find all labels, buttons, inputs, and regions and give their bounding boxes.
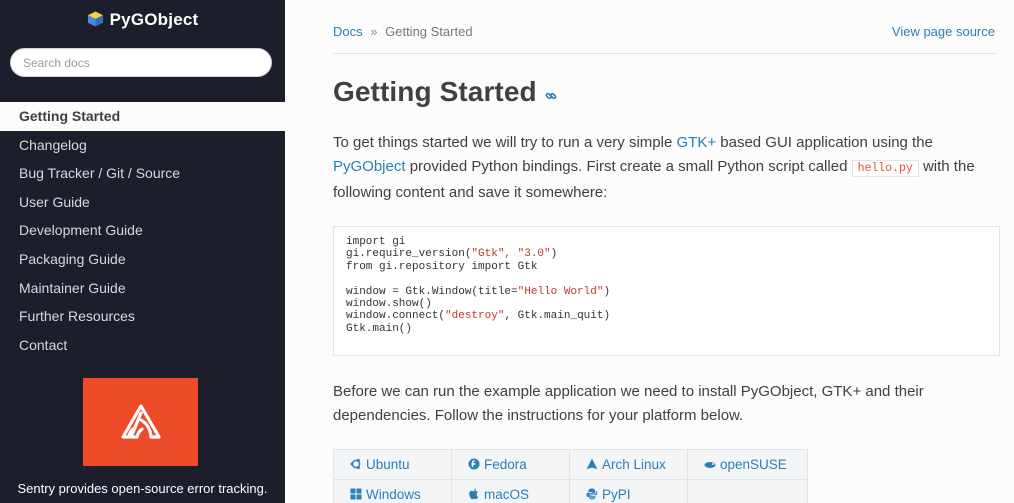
ubuntu-icon bbox=[350, 458, 361, 470]
sidebar-item-getting-started[interactable]: Getting Started bbox=[0, 102, 285, 131]
page-title: Getting Started bbox=[333, 76, 557, 108]
gtk-link[interactable]: GTK+ bbox=[676, 134, 716, 151]
sidebar-item-contact[interactable]: Contact bbox=[0, 331, 285, 360]
code-line: gi.require_version("Gtk", "3.0") bbox=[346, 248, 558, 261]
platform-ubuntu[interactable]: Ubuntu bbox=[334, 450, 452, 480]
pygobject-link[interactable]: PyGObject bbox=[333, 158, 406, 175]
permalink-icon[interactable] bbox=[545, 90, 557, 102]
search-input[interactable] bbox=[10, 48, 272, 77]
platform-opensuse[interactable]: openSUSE bbox=[688, 450, 807, 480]
code-line: window.show() bbox=[346, 298, 432, 311]
page-title-text: Getting Started bbox=[333, 76, 537, 107]
sidebar-item-packaging-guide[interactable]: Packaging Guide bbox=[0, 245, 285, 274]
breadcrumb-current: Getting Started bbox=[385, 24, 473, 39]
platform-label: openSUSE bbox=[720, 457, 787, 472]
platform-label: macOS bbox=[484, 487, 530, 502]
fedora-icon bbox=[468, 458, 480, 470]
platform-label: Windows bbox=[366, 487, 421, 502]
breadcrumb: Docs » Getting Started View page source bbox=[333, 24, 997, 54]
windows-icon bbox=[350, 488, 362, 500]
sentry-ad[interactable] bbox=[83, 378, 198, 466]
platform-label: Fedora bbox=[484, 457, 527, 472]
arch-icon bbox=[586, 458, 598, 470]
code-block-content: import gi gi.require_version("Gtk", "3.0… bbox=[346, 236, 987, 335]
apple-icon bbox=[469, 488, 478, 500]
sentry-ad-text[interactable]: Sentry provides open-source error tracki… bbox=[0, 481, 285, 496]
pygobject-logo-icon bbox=[87, 11, 103, 27]
code-line: import gi bbox=[346, 236, 406, 248]
sidebar-item-development-guide[interactable]: Development Guide bbox=[0, 216, 285, 245]
python-icon bbox=[586, 488, 598, 500]
sentry-logo-icon bbox=[120, 404, 161, 439]
sidebar-nav: Getting Started Changelog Bug Tracker / … bbox=[0, 102, 285, 359]
code-line: window = Gtk.Window(title="Hello World") bbox=[346, 285, 611, 298]
platform-label: Arch Linux bbox=[602, 457, 666, 472]
intro-text-2: based GUI application using the bbox=[716, 134, 933, 151]
sidebar-item-bug-tracker[interactable]: Bug Tracker / Git / Source bbox=[0, 159, 285, 188]
intro-text-1: To get things started we will try to run… bbox=[333, 134, 677, 151]
code-line: Gtk.main() bbox=[346, 322, 413, 335]
brand-name: PyGObject bbox=[109, 10, 199, 29]
platform-macos[interactable]: macOS bbox=[452, 480, 570, 503]
platform-pypi[interactable]: PyPI bbox=[570, 480, 688, 503]
code-line: window.connect("destroy", Gtk.main_quit) bbox=[346, 310, 611, 323]
platform-table: Ubuntu Fedora Arch Linux openSUSE Window… bbox=[333, 449, 808, 503]
breadcrumb-docs-link[interactable]: Docs bbox=[333, 24, 363, 39]
install-paragraph: Before we can run the example applicatio… bbox=[333, 383, 924, 424]
platform-windows[interactable]: Windows bbox=[334, 480, 452, 503]
main-content: Docs » Getting Started View page source … bbox=[285, 0, 1014, 503]
view-page-source-link[interactable]: View page source bbox=[892, 24, 995, 39]
intro-paragraph: To get things started we will try to run… bbox=[333, 131, 1001, 205]
intro-text-3: provided Python bindings. First create a… bbox=[405, 158, 852, 175]
opensuse-icon bbox=[704, 462, 716, 468]
breadcrumb-separator: » bbox=[370, 24, 378, 39]
sidebar-item-changelog[interactable]: Changelog bbox=[0, 131, 285, 160]
platform-fedora[interactable]: Fedora bbox=[452, 450, 570, 480]
sidebar-item-further-resources[interactable]: Further Resources bbox=[0, 302, 285, 331]
brand[interactable]: PyGObject bbox=[0, 10, 285, 30]
hello-py-code: hello.py bbox=[851, 160, 919, 177]
platform-label: Ubuntu bbox=[366, 457, 410, 472]
sidebar-item-maintainer-guide[interactable]: Maintainer Guide bbox=[0, 274, 285, 303]
code-line: from gi.repository import Gtk bbox=[346, 260, 538, 273]
platform-label: PyPI bbox=[602, 487, 631, 502]
sidebar: PyGObject Getting Started Changelog Bug … bbox=[0, 0, 285, 503]
sidebar-item-user-guide[interactable]: User Guide bbox=[0, 188, 285, 217]
platform-arch-linux[interactable]: Arch Linux bbox=[570, 450, 688, 480]
code-block: import gi gi.require_version("Gtk", "3.0… bbox=[333, 226, 1000, 356]
